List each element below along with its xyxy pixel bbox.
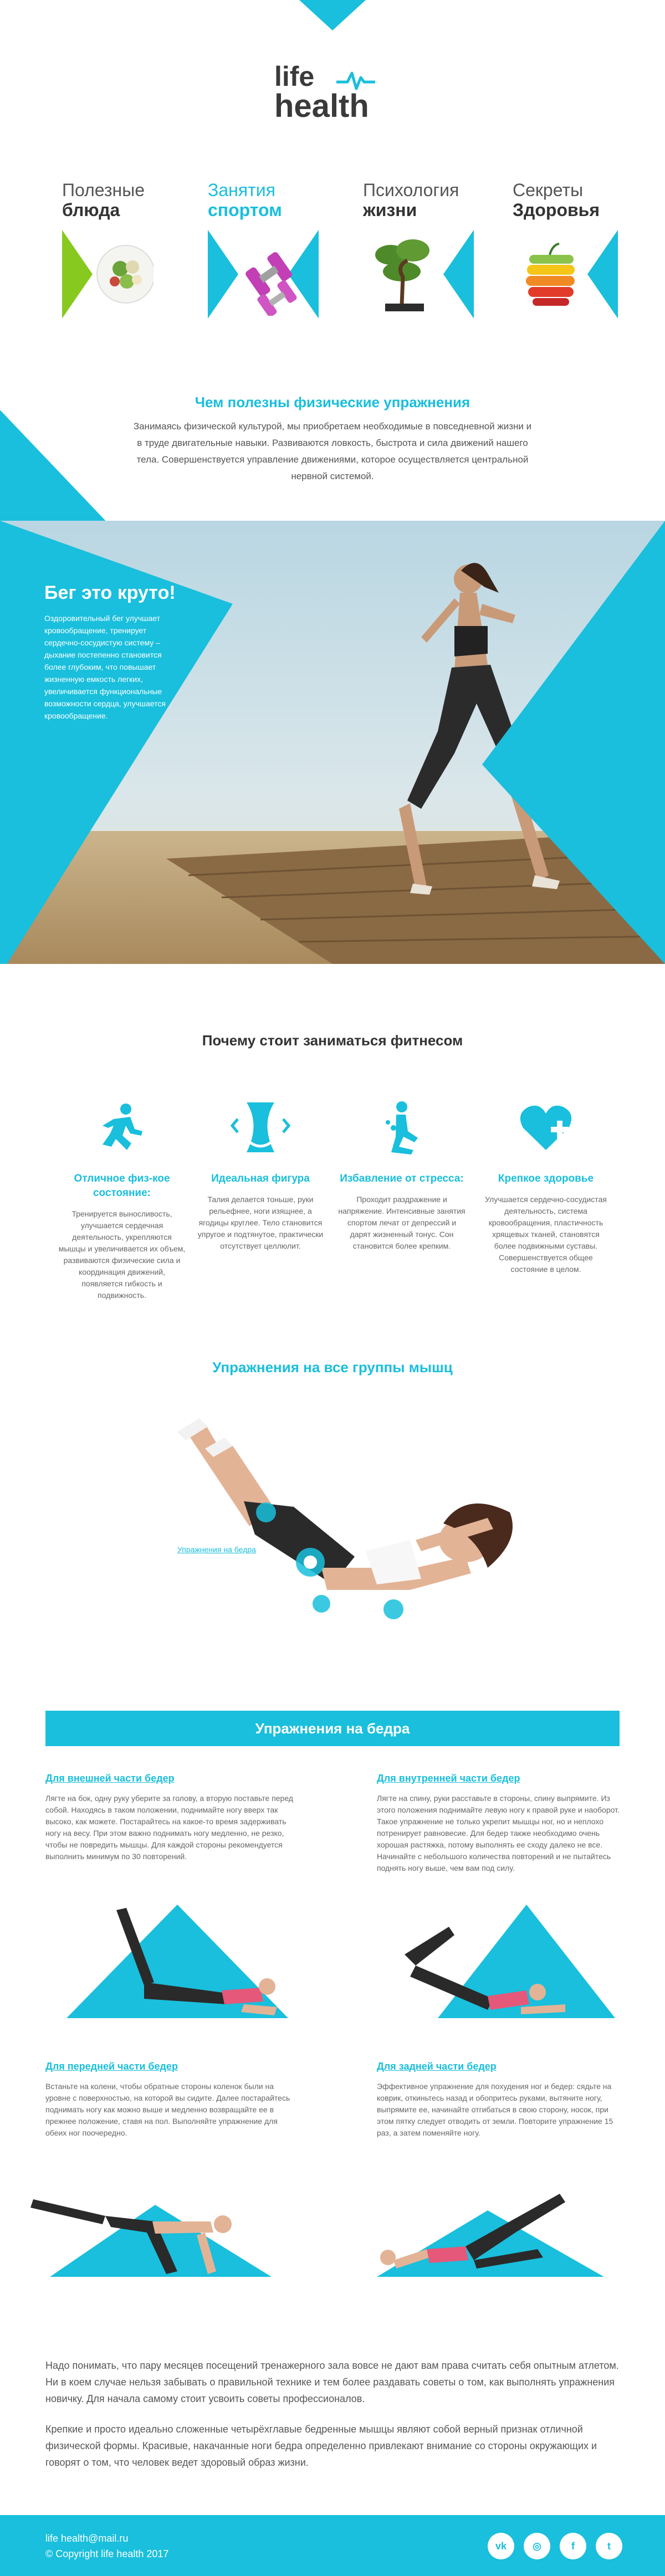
exercise-back-thigh-image (377, 2194, 604, 2277)
category-label-2: жизни (363, 200, 417, 220)
category-label-1: Секреты (513, 180, 584, 200)
meditation-icon (386, 1101, 418, 1154)
top-notch-decoration (299, 0, 366, 30)
exercise-text: Лягте на бок, одну руку уберите за голов… (45, 1794, 293, 1861)
triangle-decoration (208, 230, 238, 319)
category-label-1: Полезные (62, 180, 145, 200)
running-man-icon (103, 1104, 142, 1150)
hero-text: Оздоровительный бег улучшает кровообраще… (44, 614, 166, 720)
page: life health Полезные блюда Занятия спорт… (0, 0, 665, 2576)
logo[interactable]: life health (274, 61, 396, 127)
exercise-title[interactable]: Для внутренней части бедер (377, 1772, 626, 1785)
fruit-icon (526, 243, 575, 306)
triangle-decoration (443, 230, 474, 319)
exercise-outer-thigh: Для внешней части бедер Лягте на бок, од… (45, 1772, 295, 1862)
feature-stress: Избавление от стресса: Проходит раздраже… (338, 1097, 466, 1252)
category-dishes[interactable]: Полезные блюда (62, 180, 173, 319)
hero-running: Бег это круто! Оздоровительный бег улучш… (0, 521, 665, 964)
intro-text: Занимаясь физической культурой, мы приоб… (133, 421, 532, 481)
twitter-icon[interactable]: t (596, 2533, 622, 2559)
exercise-front-thigh: Для передней части бедер Встаньте на кол… (45, 2060, 295, 2139)
exercise-title[interactable]: Для задней части бедер (377, 2060, 626, 2073)
bonsai-icon (375, 239, 429, 311)
triangle-decoration (587, 230, 618, 319)
feature-title: Отличное физ-кое состояние: (74, 1173, 170, 1199)
dumbbell-icon (245, 252, 297, 316)
feature-title: Избавление от стресса: (340, 1173, 464, 1184)
vk-icon[interactable]: vk (488, 2533, 514, 2559)
exercise-title[interactable]: Для передней части бедер (45, 2060, 295, 2073)
category-health-secrets[interactable]: Секреты Здоровья (513, 180, 623, 319)
footer: life health@mail.ru © Copyright life hea… (0, 2515, 665, 2576)
exercise-text: Лягте на спину, руки расставьте в сторон… (377, 1794, 620, 1872)
bottom-paragraph-1: Надо понимать, что пару месяцев посещени… (45, 2360, 619, 2404)
feature-title: Идеальная фигура (211, 1173, 310, 1184)
hero-title: Бег это круто! (44, 582, 176, 603)
exercise-back-thigh: Для задней части бедер Эффективное упраж… (377, 2060, 626, 2139)
fitness-title: Почему стоит заниматься фитнесом (202, 1032, 463, 1049)
exercise-text: Эффективное упражнение для похудения ног… (377, 2082, 613, 2137)
instagram-icon[interactable]: ◎ (524, 2533, 550, 2559)
muscle-woman-image (177, 1418, 513, 1619)
category-label-1: Психология (363, 180, 459, 200)
logo-line1: life (274, 61, 315, 92)
intro-triangle-decoration (0, 410, 111, 526)
exercise-outer-thigh-image (66, 1905, 288, 2018)
feature-text: Тренируется выносливость, улучшается сер… (58, 1209, 186, 1300)
hips-banner: Упражнения на бедра (45, 1711, 620, 1746)
heart-plus-icon (520, 1105, 572, 1150)
feature-text: Талия делается тоньше, руки рельефнее, н… (197, 1195, 324, 1250)
category-label-2: блюда (62, 200, 120, 220)
salad-icon (96, 245, 154, 304)
feature-text: Улучшается сердечно-сосудистая деятельно… (485, 1195, 607, 1274)
facebook-icon[interactable]: f (560, 2533, 586, 2559)
exercise-inner-thigh-image (405, 1905, 615, 2018)
exercise-inner-thigh: Для внутренней части бедер Лягте на спин… (377, 1772, 626, 1874)
logo-line2: health (274, 88, 369, 124)
feature-figure: Идеальная фигура Талия делается тоньше, … (197, 1097, 324, 1252)
category-label-1: Занятия (208, 180, 275, 200)
triangle-decoration (62, 230, 93, 319)
footer-email[interactable]: life health@mail.ru (45, 2532, 128, 2545)
hips-banner-title: Упражнения на бедра (255, 1720, 410, 1737)
category-label-2: Здоровья (513, 200, 600, 220)
intro-title: Чем полезны физические упражнения (195, 394, 470, 410)
feature-physical: Отличное физ-кое состояние: Тренируется … (58, 1097, 186, 1301)
feature-health: Крепкое здоровье Улучшается сердечно-сос… (482, 1097, 610, 1275)
exercise-front-thigh-image (30, 2199, 272, 2277)
category-sport[interactable]: Занятия спортом (208, 180, 319, 319)
exercise-title[interactable]: Для внешней части бедер (45, 1772, 295, 1785)
feature-text: Проходит раздражение и напряжение. Интен… (338, 1195, 466, 1250)
category-psychology[interactable]: Психология жизни (363, 180, 474, 319)
category-label-2: спортом (208, 200, 282, 220)
bottom-paragraph-2: Крепкие и просто идеально сложенные четы… (45, 2424, 597, 2468)
muscles-title: Упражнения на все группы мышц (212, 1359, 453, 1376)
hips-exercises-link[interactable]: Упражнения на бедра (177, 1544, 256, 1554)
exercise-text: Встаньте на колени, чтобы обратные сторо… (45, 2082, 290, 2137)
footer-copyright: © Copyright life health 2017 (45, 2548, 169, 2559)
feature-title: Крепкое здоровье (498, 1173, 594, 1184)
waist-icon (230, 1102, 291, 1152)
